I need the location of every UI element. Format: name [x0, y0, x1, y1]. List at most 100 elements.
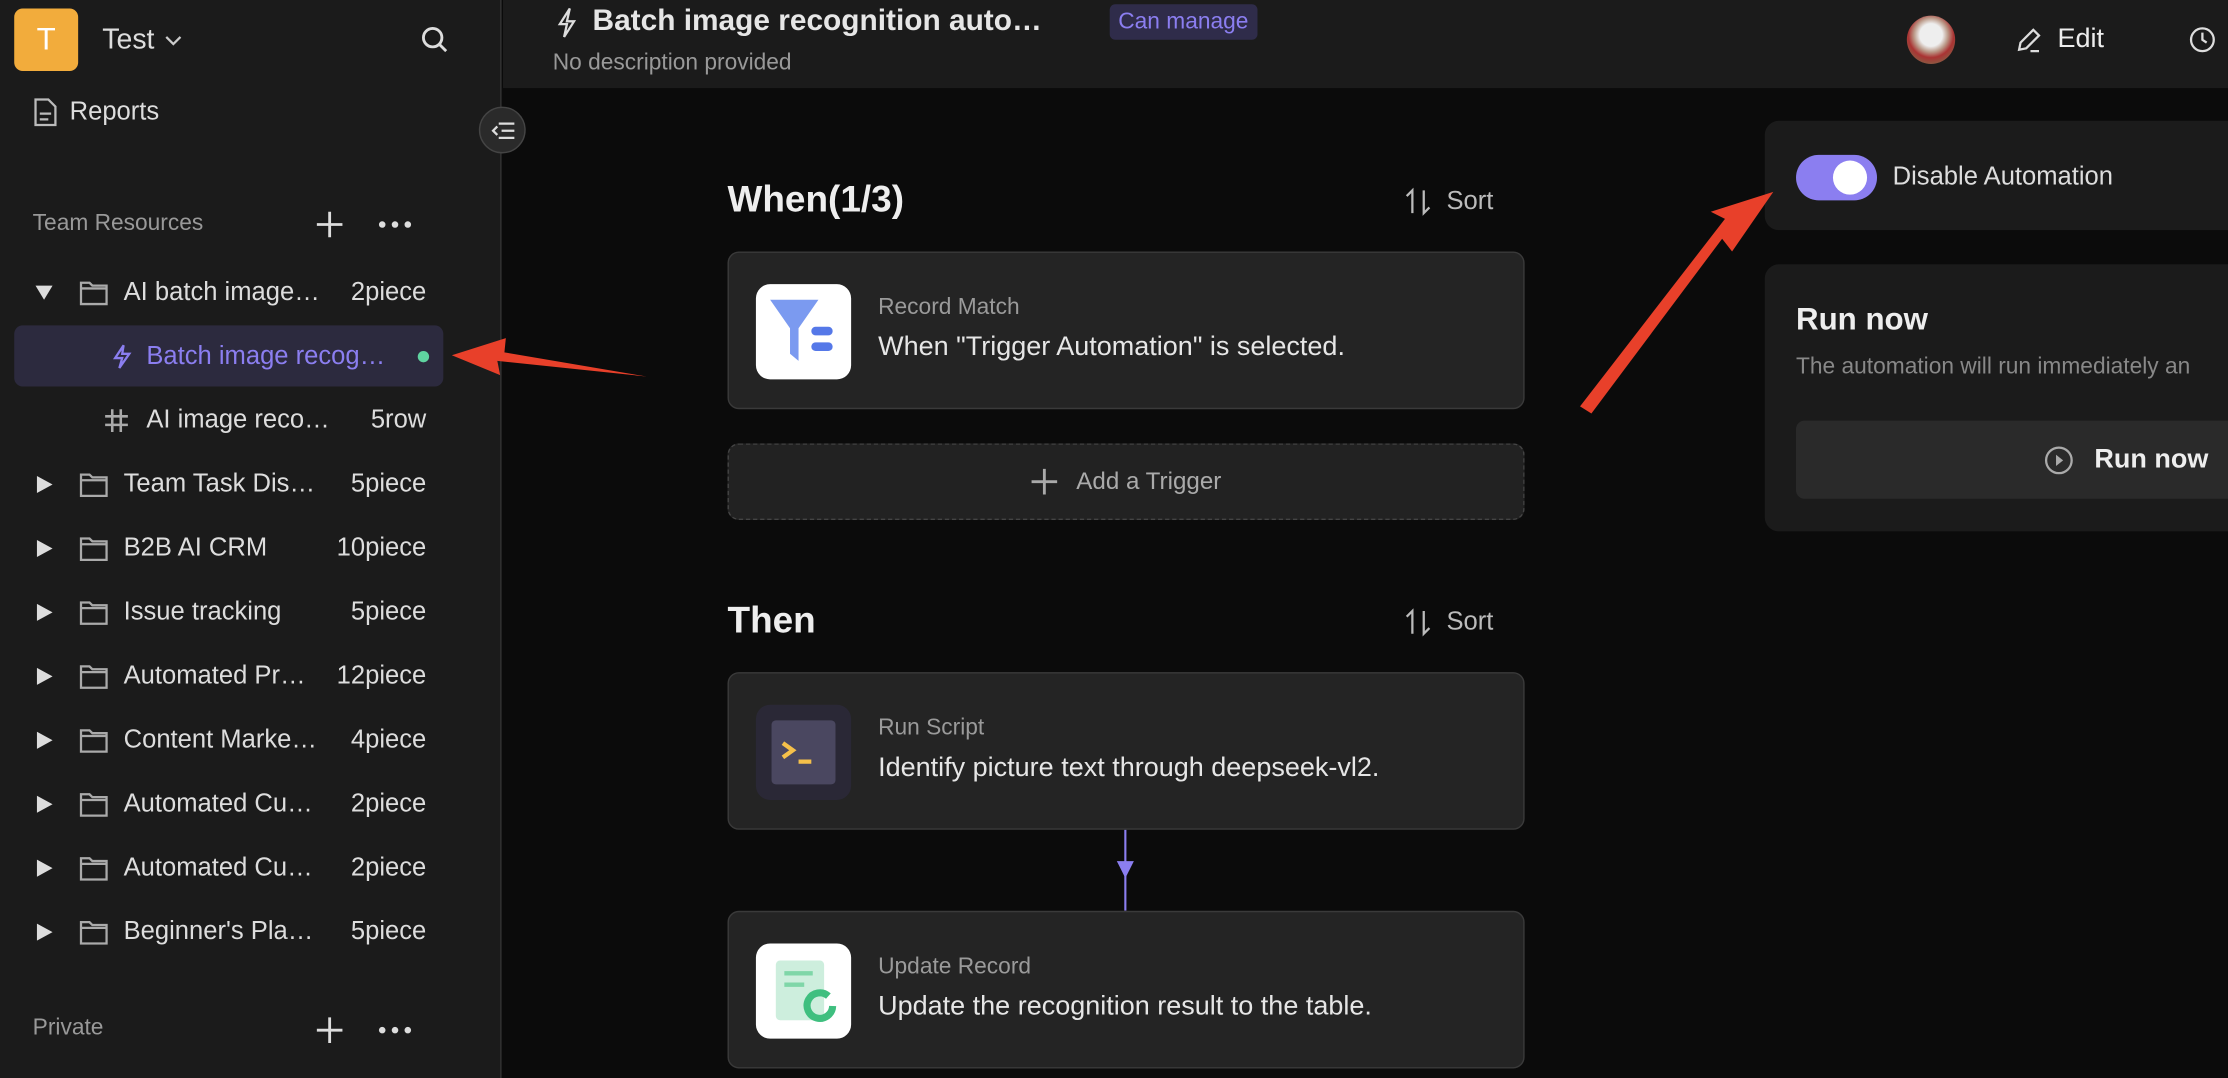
- folder-icon: [79, 728, 108, 753]
- plus-icon: [1032, 468, 1058, 495]
- tree-item-count: 5piece: [350, 468, 427, 498]
- tree-item-count: 2piece: [350, 852, 427, 881]
- filter-icon: [755, 284, 852, 380]
- chevron-down-icon: [164, 35, 181, 45]
- more-icon[interactable]: [378, 1026, 412, 1035]
- header: Batch image recognition auto… Can manage…: [502, 0, 2228, 89]
- toggle-knob: [1832, 160, 1868, 195]
- tree-item-label: AI image reco…: [146, 404, 330, 434]
- folder-icon: [79, 536, 108, 561]
- run-now-button[interactable]: Run now: [1796, 420, 2228, 499]
- tree-item-count: 10piece: [336, 532, 427, 562]
- caret-right-icon[interactable]: [34, 730, 54, 750]
- tree-item-label: Issue tracking: [123, 596, 282, 626]
- folder-icon: [79, 664, 108, 689]
- plus-icon[interactable]: [315, 210, 343, 238]
- workspace-name: Test: [102, 24, 155, 56]
- run-now-label: Run now: [2094, 444, 2209, 474]
- tree-item-folder[interactable]: Automated Cu… 2piece: [14, 773, 443, 834]
- tree-item-count: 4piece: [350, 724, 427, 754]
- automation-toggle-panel: Disable Automation: [1764, 120, 2228, 231]
- tree-item-automation[interactable]: Batch image recog…: [14, 325, 444, 387]
- tree-item-folder[interactable]: Automated Cu… 2piece: [14, 837, 443, 898]
- caret-right-icon[interactable]: [34, 921, 54, 941]
- tree-item-count: 5piece: [350, 916, 427, 945]
- folder-icon: [79, 280, 108, 305]
- private-heading: Private: [32, 1015, 104, 1041]
- tree-item-label: B2B AI CRM: [123, 532, 268, 562]
- caret-right-icon[interactable]: [34, 538, 54, 558]
- edit-button[interactable]: Edit: [2015, 24, 2104, 55]
- caret-right-icon[interactable]: [34, 474, 54, 494]
- history-icon[interactable]: [2188, 26, 2216, 54]
- avatar[interactable]: [1906, 15, 1956, 64]
- action-card[interactable]: Update Record Update the recognition res…: [727, 910, 1525, 1069]
- add-trigger-button[interactable]: Add a Trigger: [727, 443, 1525, 521]
- action-card[interactable]: Run Script Identify picture text through…: [727, 672, 1525, 830]
- workspace-switcher[interactable]: Test: [102, 24, 183, 57]
- action-kind: Update Record: [878, 954, 1032, 980]
- tree-item-count: 12piece: [336, 660, 427, 690]
- lightning-icon: [557, 7, 577, 38]
- action-kind: Run Script: [878, 716, 985, 741]
- caret-right-icon[interactable]: [34, 666, 54, 686]
- action-desc: Update the recognition result to the tab…: [878, 991, 1372, 1022]
- tree-item-folder[interactable]: AI batch image… 2piece: [14, 261, 443, 322]
- tree-item-folder[interactable]: Issue tracking 5piece: [14, 581, 443, 642]
- tree-item-label: Automated Pr…: [123, 660, 306, 690]
- play-icon: [2044, 445, 2073, 474]
- folder-icon: [79, 856, 108, 880]
- when-heading: When(1/3): [727, 177, 905, 221]
- tree-item-label: Content Marke…: [123, 724, 317, 754]
- tree-item-label: Team Task Dis…: [123, 468, 316, 498]
- tree-item-folder[interactable]: Team Task Dis… 5piece: [14, 453, 443, 514]
- then-heading: Then: [727, 598, 816, 641]
- tree-item-label: Batch image recog…: [146, 341, 386, 370]
- caret-right-icon[interactable]: [34, 602, 54, 622]
- trigger-desc: When "Trigger Automation" is selected.: [878, 332, 1345, 363]
- add-trigger-label: Add a Trigger: [1076, 467, 1222, 495]
- sort-label: Sort: [1446, 186, 1494, 215]
- tree-item-count: 2piece: [350, 788, 427, 818]
- tree-item-label: Automated Cu…: [123, 852, 313, 881]
- caret-right-icon[interactable]: [34, 858, 54, 878]
- collapse-sidebar-button[interactable]: [478, 106, 526, 154]
- when-sort-button[interactable]: Sort: [1404, 186, 1494, 216]
- folder-icon: [79, 920, 108, 944]
- annotation-arrow-up: [1580, 191, 1774, 414]
- workspace-logo[interactable]: T: [14, 8, 79, 72]
- sidebar-item-reports[interactable]: Reports: [33, 97, 160, 127]
- disable-automation-toggle[interactable]: [1796, 154, 1878, 201]
- tree-item-folder[interactable]: Content Marke… 4piece: [14, 709, 443, 770]
- page-title: Batch image recognition auto…: [592, 4, 1042, 37]
- folder-icon: [79, 792, 108, 817]
- tree-item-label: AI batch image…: [123, 277, 320, 306]
- action-desc: Identify picture text through deepseek-v…: [878, 753, 1380, 783]
- document-icon: [34, 97, 57, 126]
- tree-item-folder[interactable]: Automated Pr… 12piece: [14, 645, 443, 706]
- more-icon[interactable]: [378, 220, 412, 229]
- table-hash-icon: [105, 408, 128, 432]
- tree-item-folder[interactable]: Beginner's Pla… 5piece: [14, 901, 443, 962]
- team-resources-heading: Team Resources: [32, 211, 204, 236]
- then-sort-button[interactable]: Sort: [1404, 606, 1494, 637]
- terminal-icon: [755, 704, 852, 800]
- tree-item-count: 5row: [370, 404, 427, 434]
- tree-item-count: 2piece: [350, 277, 427, 306]
- caret-down-icon[interactable]: [34, 282, 54, 302]
- tree-item-folder[interactable]: B2B AI CRM 10piece: [14, 517, 443, 578]
- tree-item-table[interactable]: AI image reco… 5row: [14, 389, 443, 450]
- collapse-icon: [490, 121, 514, 139]
- tree-item-label: Automated Cu…: [123, 788, 313, 818]
- search-icon[interactable]: [421, 26, 449, 54]
- plus-icon[interactable]: [315, 1016, 343, 1044]
- edit-label: Edit: [2057, 24, 2104, 54]
- run-now-panel: Run now The automation will run immediat…: [1764, 264, 2228, 532]
- workspace-initial: T: [36, 21, 56, 57]
- caret-right-icon[interactable]: [34, 794, 54, 814]
- run-now-title: Run now: [1796, 301, 1928, 337]
- run-now-description: The automation will run immediately an: [1796, 355, 2191, 380]
- sort-label: Sort: [1446, 606, 1494, 636]
- trigger-card[interactable]: Record Match When "Trigger Automation" i…: [727, 251, 1525, 410]
- page-description[interactable]: No description provided: [553, 51, 792, 77]
